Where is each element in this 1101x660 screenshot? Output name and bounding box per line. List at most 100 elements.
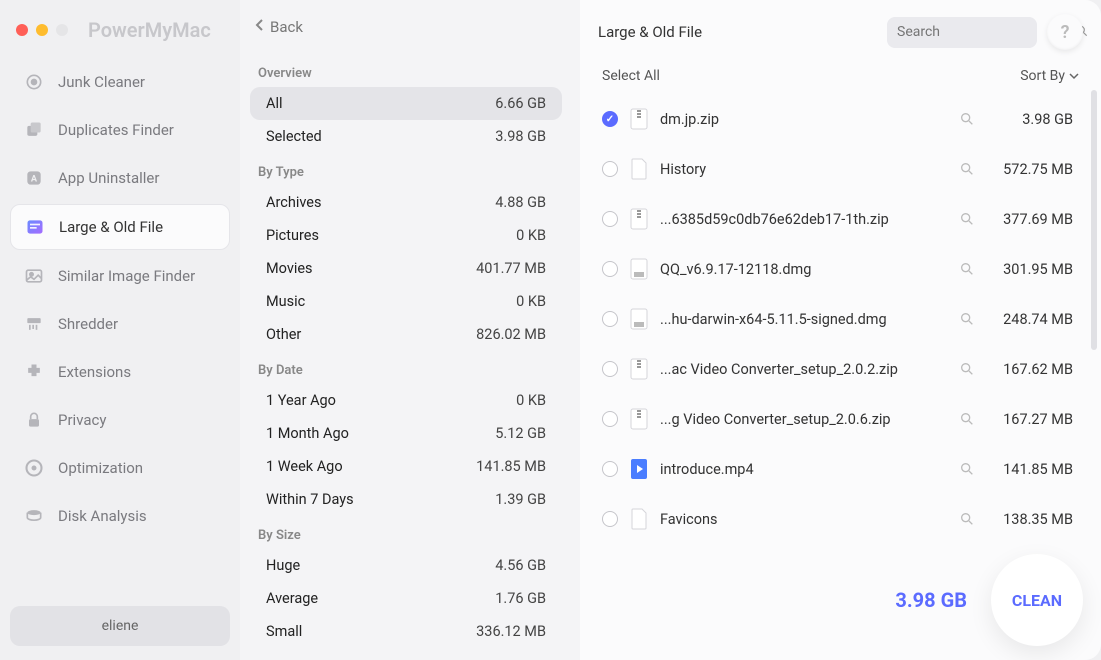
filter-pictures[interactable]: Pictures0 KB [250, 219, 562, 252]
zip-file-icon [630, 208, 648, 230]
footer: 3.98 GB CLEAN [895, 554, 1083, 646]
reveal-in-finder-icon[interactable] [959, 411, 975, 427]
clean-button[interactable]: CLEAN [991, 554, 1083, 646]
extensions-icon [24, 362, 44, 382]
reveal-in-finder-icon[interactable] [959, 161, 975, 177]
file-name: introduce.mp4 [660, 461, 947, 478]
reveal-in-finder-icon[interactable] [959, 211, 975, 227]
sidebar-item-large-old-file[interactable]: Large & Old File [10, 204, 230, 250]
filter-average[interactable]: Average1.76 GB [250, 582, 562, 615]
maximize-window-button[interactable] [56, 24, 68, 36]
svg-text:A: A [31, 174, 38, 184]
help-button[interactable]: ? [1047, 14, 1083, 50]
minimize-window-button[interactable] [36, 24, 48, 36]
sidebar-item-junk-cleaner[interactable]: Junk Cleaner [10, 60, 230, 104]
sidebar-item-label: Shredder [58, 315, 118, 333]
sort-by-button[interactable]: Sort By [1020, 68, 1079, 84]
sidebar-item-extensions[interactable]: Extensions [10, 350, 230, 394]
filter-1month[interactable]: 1 Month Ago5.12 GB [250, 417, 562, 450]
reveal-in-finder-icon[interactable] [959, 111, 975, 127]
user-name: eliene [102, 618, 139, 634]
disk-icon [24, 506, 44, 526]
file-checkbox[interactable] [602, 461, 618, 477]
dmg-file-icon [630, 308, 648, 330]
reveal-in-finder-icon[interactable] [959, 511, 975, 527]
duplicates-icon [24, 120, 44, 140]
file-name: QQ_v6.9.17-12118.dmg [660, 261, 947, 278]
file-checkbox[interactable] [602, 361, 618, 377]
reveal-in-finder-icon[interactable] [959, 261, 975, 277]
file-checkbox[interactable] [602, 161, 618, 177]
file-checkbox[interactable] [602, 111, 618, 127]
sidebar-item-optimization[interactable]: Optimization [10, 446, 230, 490]
file-checkbox[interactable] [602, 211, 618, 227]
scrollbar[interactable] [1091, 90, 1097, 350]
sidebar-item-disk-analysis[interactable]: Disk Analysis [10, 494, 230, 538]
sidebar-item-duplicates-finder[interactable]: Duplicates Finder [10, 108, 230, 152]
reveal-in-finder-icon[interactable] [959, 311, 975, 327]
filter-7days[interactable]: Within 7 Days1.39 GB [250, 483, 562, 516]
file-size: 167.62 MB [987, 361, 1073, 378]
file-checkbox[interactable] [602, 511, 618, 527]
file-list-panel: Large & Old File ? Select All Sort By [580, 0, 1101, 660]
chevron-left-icon [254, 18, 264, 36]
filter-selected[interactable]: Selected 3.98 GB [250, 120, 562, 153]
back-button[interactable]: Back [250, 14, 562, 54]
file-name: History [660, 161, 947, 178]
file-checkbox[interactable] [602, 261, 618, 277]
sidebar-item-app-uninstaller[interactable]: A App Uninstaller [10, 156, 230, 200]
sidebar-item-shredder[interactable]: Shredder [10, 302, 230, 346]
sidebar-item-label: Optimization [58, 459, 143, 477]
file-size: 377.69 MB [987, 211, 1073, 228]
file-row[interactable]: ...ac Video Converter_setup_2.0.2.zip 16… [598, 344, 1077, 394]
file-name: Favicons [660, 511, 947, 528]
sidebar-item-label: Large & Old File [59, 218, 163, 236]
filter-1year[interactable]: 1 Year Ago0 KB [250, 384, 562, 417]
app-window: PowerMyMac Junk Cleaner Duplicates Finde… [0, 0, 1101, 660]
select-all-button[interactable]: Select All [602, 68, 660, 84]
file-row[interactable]: introduce.mp4 141.85 MB [598, 444, 1077, 494]
file-size: 301.95 MB [987, 261, 1073, 278]
filter-music[interactable]: Music0 KB [250, 285, 562, 318]
zip-file-icon [630, 358, 648, 380]
close-window-button[interactable] [16, 24, 28, 36]
sidebar-nav: Junk Cleaner Duplicates Finder A App Uni… [10, 60, 230, 606]
file-checkbox[interactable] [602, 311, 618, 327]
list-controls: Select All Sort By [598, 68, 1083, 94]
sidebar-item-privacy[interactable]: Privacy [10, 398, 230, 442]
filter-other[interactable]: Other826.02 MB [250, 318, 562, 351]
reveal-in-finder-icon[interactable] [959, 361, 975, 377]
section-by-size: By Size [250, 516, 562, 549]
filter-1week[interactable]: 1 Week Ago141.85 MB [250, 450, 562, 483]
file-row[interactable]: ...g Video Converter_setup_2.0.6.zip 167… [598, 394, 1077, 444]
file-row[interactable]: History 572.75 MB [598, 144, 1077, 194]
file-name: dm.jp.zip [660, 111, 947, 128]
file-row[interactable]: dm.jp.zip 3.98 GB [598, 94, 1077, 144]
filter-small[interactable]: Small336.12 MB [250, 615, 562, 648]
dmg-file-icon [630, 258, 648, 280]
filter-panel: Back Overview All 6.66 GB Selected 3.98 … [240, 0, 580, 660]
filter-archives[interactable]: Archives4.88 GB [250, 186, 562, 219]
file-name: ...ac Video Converter_setup_2.0.2.zip [660, 361, 947, 378]
reveal-in-finder-icon[interactable] [959, 461, 975, 477]
file-row[interactable]: QQ_v6.9.17-12118.dmg 301.95 MB [598, 244, 1077, 294]
lock-icon [24, 410, 44, 430]
filter-label: All [266, 95, 283, 112]
sidebar-item-label: Privacy [58, 411, 106, 429]
filter-movies[interactable]: Movies401.77 MB [250, 252, 562, 285]
file-row[interactable]: Favicons 138.35 MB [598, 494, 1077, 544]
sidebar: PowerMyMac Junk Cleaner Duplicates Finde… [0, 0, 240, 660]
user-badge[interactable]: eliene [10, 606, 230, 646]
filter-label: Selected [266, 128, 322, 145]
scan-icon [24, 72, 44, 92]
file-file-icon [630, 508, 648, 530]
filter-huge[interactable]: Huge4.56 GB [250, 549, 562, 582]
file-row[interactable]: ...6385d59c0db76e62deb17-1th.zip 377.69 … [598, 194, 1077, 244]
file-size: 572.75 MB [987, 161, 1073, 178]
sidebar-item-similar-image-finder[interactable]: Similar Image Finder [10, 254, 230, 298]
file-row[interactable]: ...hu-darwin-x64-5.11.5-signed.dmg 248.7… [598, 294, 1077, 344]
section-overview: Overview [250, 54, 562, 87]
filter-all[interactable]: All 6.66 GB [250, 87, 562, 120]
file-checkbox[interactable] [602, 411, 618, 427]
search-box[interactable] [887, 17, 1037, 48]
